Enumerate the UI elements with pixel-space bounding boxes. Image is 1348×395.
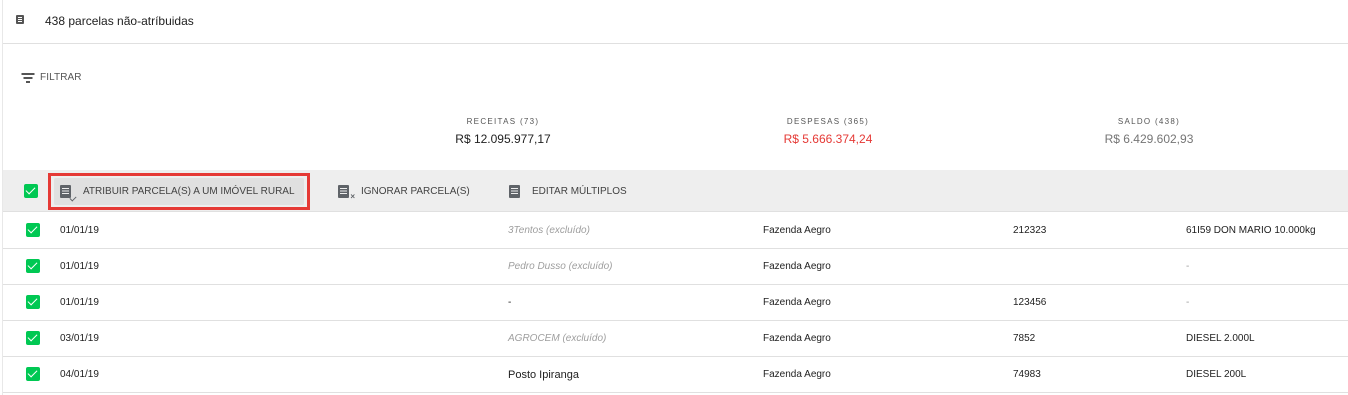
row-name: - (508, 297, 512, 308)
editar-multiplos-button[interactable]: EDITAR MÚLTIPLOS (509, 170, 627, 212)
editar-label: EDITAR MÚLTIPLOS (532, 185, 627, 197)
row-name: AGROCEM (excluído) (508, 333, 607, 344)
row-product: - (1186, 297, 1190, 308)
row-farm: Fazenda Aegro (763, 261, 831, 272)
filter-button[interactable]: FILTRAR (21, 69, 82, 85)
row-product: DIESEL 200L (1186, 369, 1247, 380)
summary-receitas: RECEITAS (73) R$ 12.095.977,17 (373, 117, 633, 146)
document-icon (16, 15, 24, 24)
doc-shape (60, 185, 71, 198)
row-checkbox[interactable] (26, 331, 40, 345)
atribuir-label: ATRIBUIR PARCELA(S) A UM IMÓVEL RURAL (83, 186, 295, 197)
doc-shape (338, 184, 349, 198)
table-row[interactable]: 01/01/19 Pedro Dusso (excluído) Fazenda … (3, 249, 1348, 285)
parcelas-card: 438 parcelas não-atríbuidas FILTRAR RECE… (2, 0, 1348, 395)
row-product: - (1186, 261, 1190, 272)
atribuir-button-content: ATRIBUIR PARCELA(S) A UM IMÓVEL RURAL (60, 185, 295, 202)
row-checkbox[interactable] (26, 295, 40, 309)
despesas-value: R$ 5.666.374,24 (783, 132, 873, 146)
bulk-actions-toolbar: ATRIBUIR PARCELA(S) A UM IMÓVEL RURAL × … (3, 170, 1348, 212)
row-product: 61I59 DON MARIO 10.000kg (1186, 225, 1316, 236)
row-date: 03/01/19 (60, 333, 99, 344)
ignorar-label: IGNORAR PARCELA(S) (361, 185, 470, 197)
ignore-document-icon: × (338, 184, 355, 200)
x-mark: × (350, 191, 355, 201)
edit-document-icon (509, 184, 522, 198)
table-row[interactable]: 01/01/19 - Fazenda Aegro 123456 - (3, 285, 1348, 321)
row-code: 7852 (1013, 333, 1036, 344)
row-product: DIESEL 2.000L (1186, 333, 1255, 344)
receitas-value: R$ 12.095.977,17 (455, 132, 551, 146)
row-code: 212323 (1013, 225, 1047, 236)
parcelas-table: 01/01/19 3Tentos (excluído) Fazenda Aegr… (3, 213, 1348, 393)
filter-label: FILTRAR (40, 71, 82, 83)
select-all-checkbox[interactable] (24, 184, 38, 198)
receitas-label: RECEITAS (73) (466, 117, 540, 126)
saldo-label: SALDO (438) (1117, 117, 1181, 126)
table-row[interactable]: 04/01/19 Posto Ipiranga Fazenda Aegro 74… (3, 357, 1348, 393)
despesas-label: DESPESAS (365) (786, 117, 870, 126)
summary-saldo: SALDO (438) R$ 6.429.602,93 (1019, 117, 1279, 146)
row-date: 01/01/19 (60, 225, 99, 236)
doc-shape (509, 184, 520, 198)
filter-list-icon (21, 72, 34, 83)
ignorar-parcelas-button[interactable]: × IGNORAR PARCELA(S) (338, 170, 470, 212)
table-row[interactable]: 03/01/19 AGROCEM (excluído) Fazenda Aegr… (3, 321, 1348, 357)
assign-document-icon (60, 185, 77, 202)
row-name: 3Tentos (excluído) (508, 225, 590, 236)
row-farm: Fazenda Aegro (763, 297, 831, 308)
row-checkbox[interactable] (26, 259, 40, 273)
page-title: 438 parcelas não-atríbuidas (45, 14, 194, 28)
row-farm: Fazenda Aegro (763, 369, 831, 380)
row-name: Pedro Dusso (excluído) (508, 261, 613, 272)
row-date: 04/01/19 (60, 369, 99, 380)
row-checkbox[interactable] (26, 367, 40, 381)
row-farm: Fazenda Aegro (763, 225, 831, 236)
row-farm: Fazenda Aegro (763, 333, 831, 344)
saldo-value: R$ 6.429.602,93 (1104, 132, 1194, 146)
row-name: Posto Ipiranga (508, 369, 579, 381)
card-header: 438 parcelas não-atríbuidas (3, 0, 1348, 44)
row-checkbox[interactable] (26, 223, 40, 237)
summary-despesas: DESPESAS (365) R$ 5.666.374,24 (698, 117, 958, 146)
table-row[interactable]: 01/01/19 3Tentos (excluído) Fazenda Aegr… (3, 213, 1348, 249)
row-date: 01/01/19 (60, 261, 99, 272)
atribuir-parcelas-button[interactable]: ATRIBUIR PARCELA(S) A UM IMÓVEL RURAL (48, 173, 310, 210)
row-code: 123456 (1013, 297, 1047, 308)
row-date: 01/01/19 (60, 297, 99, 308)
row-code: 74983 (1013, 369, 1041, 380)
